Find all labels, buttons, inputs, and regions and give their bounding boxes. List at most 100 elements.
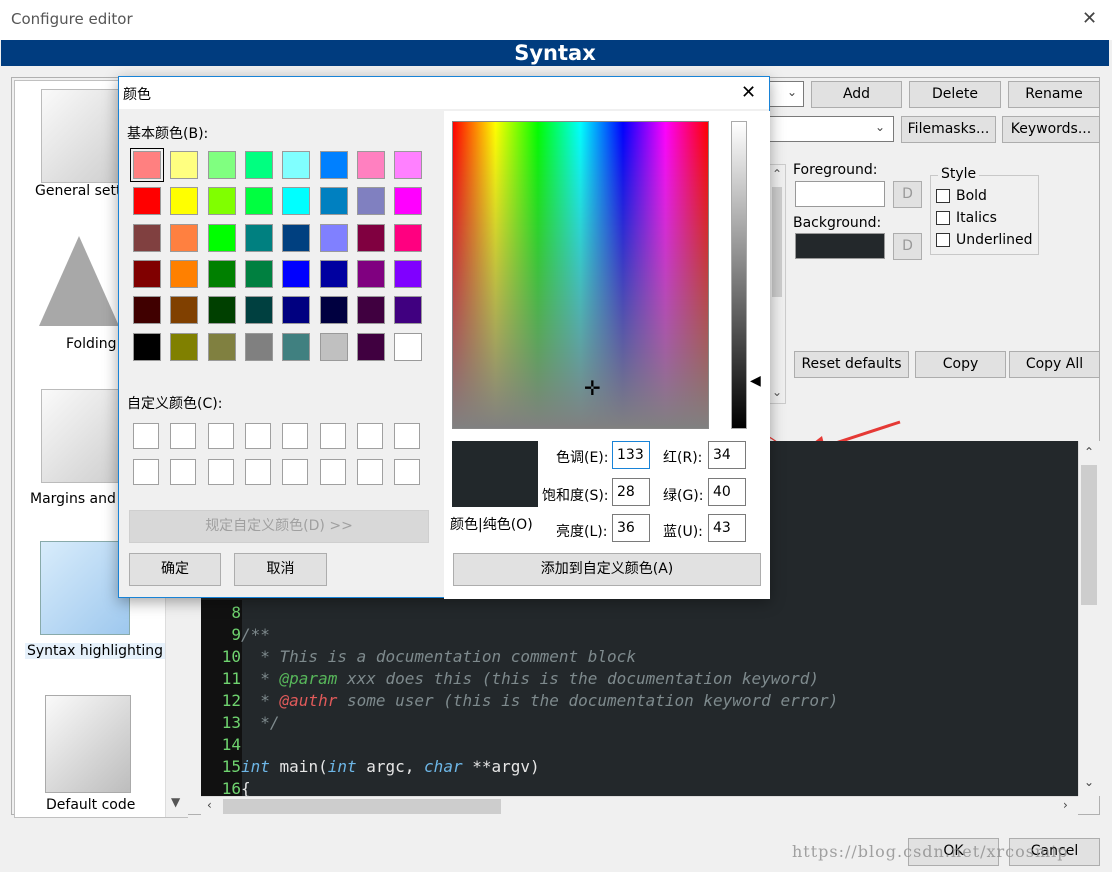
custom-color-swatch[interactable] xyxy=(356,459,383,485)
color-spectrum[interactable]: ✛ xyxy=(452,121,709,429)
basic-color-swatch[interactable] xyxy=(319,332,348,361)
basic-color-swatch[interactable] xyxy=(356,187,385,216)
chevron-left-icon[interactable]: ‹ xyxy=(207,798,212,812)
basic-color-swatch[interactable] xyxy=(319,259,348,288)
basic-color-swatch[interactable] xyxy=(282,332,311,361)
chevron-right-icon[interactable]: › xyxy=(1063,798,1068,812)
saturation-label: 饱和度(S): xyxy=(542,488,609,504)
custom-color-swatch[interactable] xyxy=(207,459,234,485)
basic-color-swatch[interactable] xyxy=(207,296,236,325)
basic-color-swatch[interactable] xyxy=(394,296,423,325)
luminance-pointer-icon[interactable]: ◀ xyxy=(750,373,761,389)
basic-color-swatch[interactable] xyxy=(207,187,236,216)
basic-color-swatch[interactable] xyxy=(356,151,385,179)
code-preview[interactable]: 8 9/** 10 * This is a documentation comm… xyxy=(201,600,1078,796)
basic-color-swatch[interactable] xyxy=(170,223,199,252)
saturation-input[interactable]: 28 xyxy=(612,478,650,506)
basic-color-swatch[interactable] xyxy=(170,151,199,179)
custom-colors-label: 自定义颜色(C): xyxy=(127,396,223,412)
chevron-down-icon[interactable]: ⌄ xyxy=(1084,775,1094,789)
code-line: 8 xyxy=(231,603,241,622)
scroll-thumb[interactable] xyxy=(223,799,501,814)
basic-color-swatch[interactable] xyxy=(133,259,161,288)
luminance-label: 亮度(L): xyxy=(556,524,608,540)
basic-color-swatch[interactable] xyxy=(170,187,199,216)
custom-color-swatch[interactable] xyxy=(170,459,197,485)
basic-color-swatch[interactable] xyxy=(244,223,273,252)
custom-color-swatch[interactable] xyxy=(282,423,309,449)
custom-color-swatch[interactable] xyxy=(282,459,309,485)
hue-input[interactable]: 133 xyxy=(612,441,650,469)
basic-color-swatch[interactable] xyxy=(207,259,236,288)
basic-color-swatch[interactable] xyxy=(133,223,161,252)
basic-color-swatch[interactable] xyxy=(356,296,385,325)
basic-color-swatch[interactable] xyxy=(133,296,161,325)
basic-color-swatch[interactable] xyxy=(319,151,348,179)
custom-color-swatch[interactable] xyxy=(319,459,346,485)
basic-color-swatch[interactable] xyxy=(319,296,348,325)
blue-label: 蓝(U): xyxy=(663,524,703,540)
code-line: 15int main(int argc, char **argv) xyxy=(221,757,540,776)
color-dialog-titlebar: 颜色 ✕ xyxy=(119,77,769,109)
basic-color-swatch[interactable] xyxy=(394,187,423,216)
color-dialog-close-icon[interactable]: ✕ xyxy=(741,82,756,103)
green-input[interactable]: 40 xyxy=(708,478,746,506)
blue-input[interactable]: 43 xyxy=(708,514,746,542)
basic-color-swatch[interactable] xyxy=(207,151,236,179)
custom-color-swatch[interactable] xyxy=(244,423,271,449)
basic-color-swatch[interactable] xyxy=(244,259,273,288)
add-to-custom-colors-button[interactable]: 添加到自定义颜色(A) xyxy=(453,553,761,586)
custom-color-swatch[interactable] xyxy=(356,423,383,449)
basic-color-swatch[interactable] xyxy=(207,223,236,252)
basic-color-swatch[interactable] xyxy=(133,187,161,216)
basic-colors-label: 基本颜色(B): xyxy=(127,126,209,142)
chevron-up-icon[interactable]: ⌃ xyxy=(1084,445,1094,459)
basic-color-swatch[interactable] xyxy=(319,187,348,216)
custom-color-swatch[interactable] xyxy=(133,459,159,485)
scroll-thumb[interactable] xyxy=(1081,465,1097,605)
basic-color-swatch[interactable] xyxy=(394,223,423,252)
basic-color-swatch[interactable] xyxy=(244,332,273,361)
basic-color-swatch[interactable] xyxy=(356,223,385,252)
basic-color-swatch[interactable] xyxy=(207,332,236,361)
basic-color-swatch[interactable] xyxy=(356,332,385,361)
basic-color-swatch[interactable] xyxy=(356,259,385,288)
basic-color-swatch[interactable] xyxy=(282,187,311,216)
basic-color-swatch[interactable] xyxy=(244,187,273,216)
basic-color-swatch[interactable] xyxy=(282,259,311,288)
code-line: 9/** xyxy=(231,625,270,644)
basic-color-swatch[interactable] xyxy=(170,259,199,288)
luminance-input[interactable]: 36 xyxy=(612,514,650,542)
custom-color-swatch[interactable] xyxy=(133,423,159,449)
basic-color-swatch[interactable] xyxy=(244,296,273,325)
basic-color-swatch[interactable] xyxy=(394,151,423,179)
custom-color-swatch[interactable] xyxy=(319,423,346,449)
code-vertical-scrollbar[interactable]: ⌃ ⌄ xyxy=(1078,441,1100,796)
code-horizontal-scrollbar[interactable]: ‹ › xyxy=(201,796,1078,816)
green-label: 绿(G): xyxy=(663,488,704,504)
basic-color-swatch[interactable] xyxy=(282,296,311,325)
basic-color-swatch[interactable] xyxy=(319,223,348,252)
color-cancel-button[interactable]: 取消 xyxy=(234,553,327,586)
basic-color-swatch[interactable] xyxy=(170,332,199,361)
custom-color-swatch[interactable] xyxy=(170,423,197,449)
code-line: 16{ xyxy=(221,779,251,796)
code-line: 10 * This is a documentation comment blo… xyxy=(221,647,636,666)
custom-color-swatch[interactable] xyxy=(207,423,234,449)
custom-color-swatch[interactable] xyxy=(394,459,421,485)
luminance-slider[interactable] xyxy=(731,121,747,429)
custom-color-swatch[interactable] xyxy=(244,459,271,485)
basic-color-swatch[interactable] xyxy=(394,332,423,361)
code-line: 12 * @authr some user (this is the docum… xyxy=(221,691,839,710)
custom-color-swatch[interactable] xyxy=(394,423,421,449)
basic-color-swatch[interactable] xyxy=(133,332,161,361)
basic-color-swatch[interactable] xyxy=(130,148,164,182)
basic-color-swatch[interactable] xyxy=(170,296,199,325)
basic-color-swatch[interactable] xyxy=(282,223,311,252)
red-input[interactable]: 34 xyxy=(708,441,746,469)
basic-color-swatch[interactable] xyxy=(394,259,423,288)
basic-color-swatch[interactable] xyxy=(244,151,273,179)
basic-color-swatch[interactable] xyxy=(282,151,311,179)
color-ok-button[interactable]: 确定 xyxy=(129,553,221,586)
color-solid-label: 颜色|纯色(O) xyxy=(450,517,533,533)
